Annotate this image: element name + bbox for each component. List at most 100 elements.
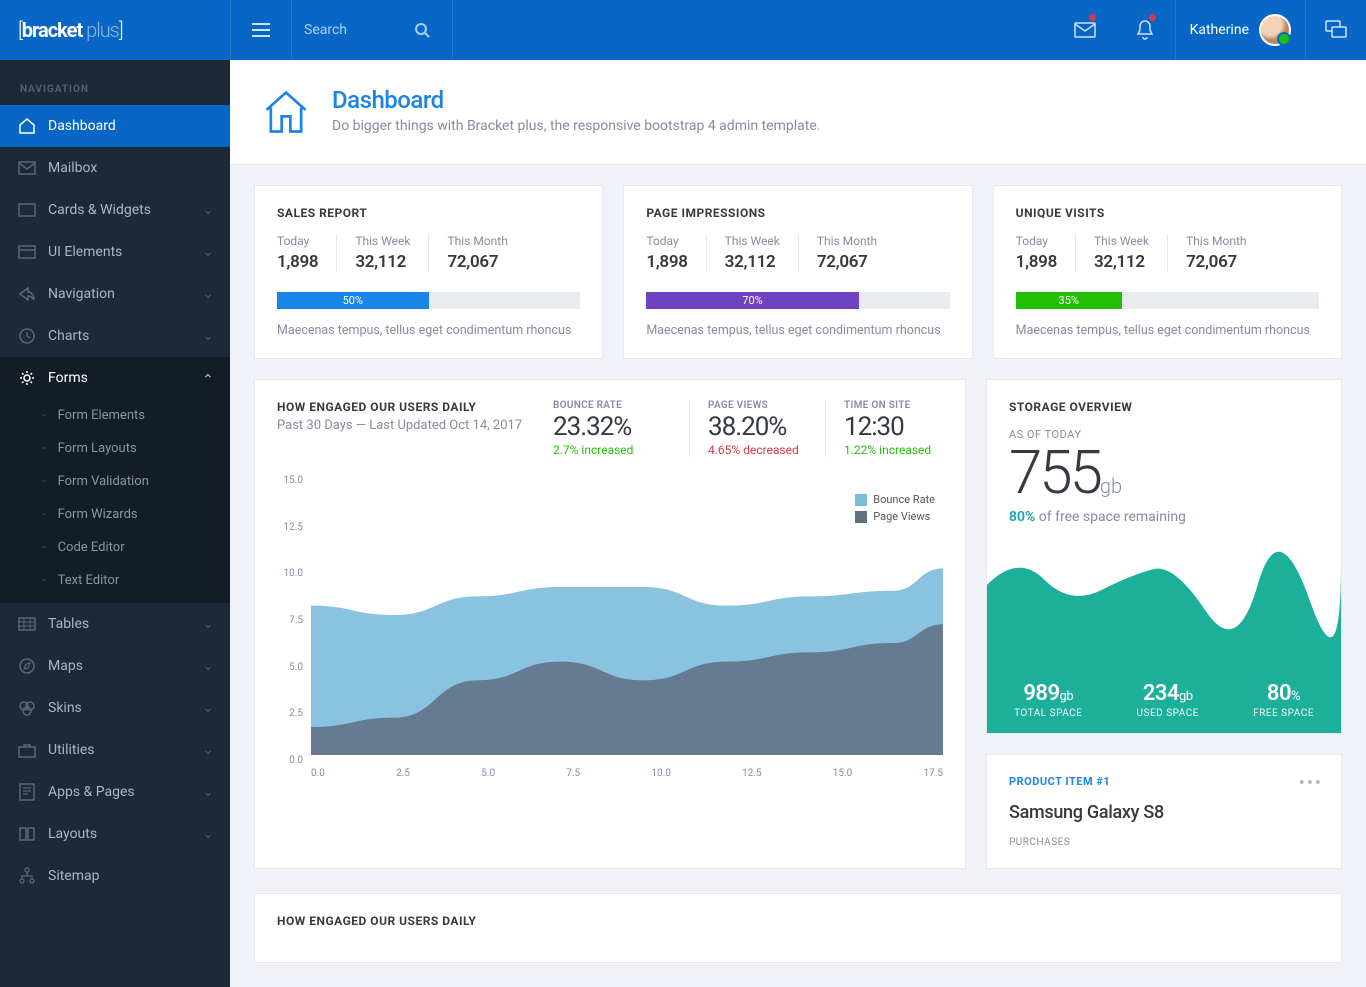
chevron-down-icon: ⌄	[202, 784, 214, 800]
sidebar: Navigation Dashboard Mailbox Cards & Wid…	[0, 60, 230, 987]
chevron-down-icon: ⌄	[202, 742, 214, 758]
chevron-down-icon: ⌄	[202, 700, 214, 716]
gear-icon	[16, 369, 38, 387]
nav-label: Maps	[48, 658, 83, 674]
user-menu[interactable]: Katherine	[1176, 0, 1305, 60]
stat-note: Maecenas tempus, tellus eget condimentum…	[277, 323, 580, 338]
chevron-down-icon: ⌄	[202, 826, 214, 842]
storage-pct: 80% of free space remaining	[1009, 509, 1319, 525]
progress-bar: 35%	[1016, 292, 1319, 309]
hamburger-icon	[252, 23, 270, 37]
nav-skins[interactable]: Skins ⌄	[0, 687, 230, 729]
chat-icon	[1325, 20, 1347, 40]
page-header: Dashboard Do bigger things with Bracket …	[230, 60, 1366, 165]
nav-forms-submenu: Form Elements Form Layouts Form Validati…	[0, 399, 230, 603]
nav-apps[interactable]: Apps & Pages ⌄	[0, 771, 230, 813]
stat-card-2: UNIQUE VISITS Today1,898 This Week32,112…	[993, 185, 1342, 359]
nav-mailbox[interactable]: Mailbox	[0, 147, 230, 189]
notif-badge	[1149, 14, 1156, 21]
mail-button[interactable]	[1055, 0, 1115, 60]
search-input[interactable]	[304, 22, 414, 38]
page-title: Dashboard	[332, 86, 820, 114]
storage-stats: 989gbTOTAL SPACE234gbUSED SPACE80%FREE S…	[987, 681, 1341, 719]
sub-form-elements[interactable]: Form Elements	[0, 399, 230, 432]
book-icon	[16, 826, 38, 842]
progress-bar: 70%	[646, 292, 949, 309]
nav-label: Utilities	[48, 742, 95, 758]
product-label: PRODUCT ITEM #1	[1009, 775, 1319, 788]
more-options-button[interactable]: •••	[1299, 773, 1323, 794]
nav-cards[interactable]: Cards & Widgets ⌄	[0, 189, 230, 231]
nav-sitemap[interactable]: Sitemap	[0, 855, 230, 897]
stat-title: SALES REPORT	[277, 206, 580, 220]
logo[interactable]: [bracket plus]	[0, 18, 230, 42]
chevron-down-icon: ⌄	[202, 202, 214, 218]
search-icon	[414, 22, 430, 38]
metric: BOUNCE RATE 23.32% 2.7% increased	[553, 400, 671, 457]
engagement-card-2: HOW ENGAGED OUR USERS DAILY	[254, 893, 1342, 963]
stat-card-0: SALES REPORT Today1,898 This Week32,112 …	[254, 185, 603, 359]
nav-label: Dashboard	[48, 118, 116, 134]
nav-section-label: Navigation	[0, 70, 230, 105]
x-axis: 0.02.55.07.510.012.515.017.5	[311, 768, 943, 779]
sub-form-validation[interactable]: Form Validation	[0, 465, 230, 498]
stat-card-1: PAGE IMPRESSIONS Today1,898 This Week32,…	[623, 185, 972, 359]
page-subtitle: Do bigger things with Bracket plus, the …	[332, 118, 820, 134]
filter-icon	[16, 700, 38, 716]
product-name: Samsung Galaxy S8	[1009, 802, 1319, 823]
chart-plot	[311, 475, 943, 755]
bracket-close: ]	[119, 18, 123, 42]
nav-label: Skins	[48, 700, 82, 716]
main-content: Dashboard Do bigger things with Bracket …	[230, 60, 1366, 987]
sub-code-editor[interactable]: Code Editor	[0, 531, 230, 564]
brand-name: bracket	[22, 18, 82, 42]
nav-label: Tables	[48, 616, 89, 632]
compass-icon	[16, 657, 38, 675]
nav-label: Navigation	[48, 286, 115, 302]
nav-forms[interactable]: Forms ⌄	[0, 357, 230, 399]
menu-toggle-button[interactable]	[231, 0, 291, 60]
area-chart: Bounce RatePage Views 15.012.510.07.55.0…	[277, 475, 943, 785]
mail-icon	[1074, 22, 1096, 38]
nav-ui-elements[interactable]: UI Elements ⌄	[0, 231, 230, 273]
bell-icon	[1135, 19, 1155, 41]
topbar: [bracket plus] Katherine	[0, 0, 1366, 60]
chevron-down-icon: ⌄	[202, 244, 214, 260]
share-icon	[16, 286, 38, 302]
nav-label: Layouts	[48, 826, 97, 842]
user-name: Katherine	[1190, 22, 1249, 38]
search-box[interactable]	[292, 0, 452, 60]
sub-form-layouts[interactable]: Form Layouts	[0, 432, 230, 465]
storage-value: 755gb	[1009, 443, 1319, 503]
nav-label: UI Elements	[48, 244, 122, 260]
chevron-down-icon: ⌄	[202, 328, 214, 344]
nav-navigation[interactable]: Navigation ⌄	[0, 273, 230, 315]
sub-text-editor[interactable]: Text Editor	[0, 564, 230, 597]
nav-tables[interactable]: Tables ⌄	[0, 603, 230, 645]
mail-badge	[1089, 14, 1096, 21]
briefcase-icon	[16, 742, 38, 758]
nav-label: Cards & Widgets	[48, 202, 151, 218]
notifications-button[interactable]	[1115, 0, 1175, 60]
nav-layouts[interactable]: Layouts ⌄	[0, 813, 230, 855]
storage-title: STORAGE OVERVIEW	[1009, 400, 1319, 414]
sitemap-icon	[16, 867, 38, 885]
nav-charts[interactable]: Charts ⌄	[0, 315, 230, 357]
nav-dashboard[interactable]: Dashboard	[0, 105, 230, 147]
progress-bar: 50%	[277, 292, 580, 309]
engage-metrics: BOUNCE RATE 23.32% 2.7% increased PAGE V…	[553, 400, 943, 457]
storage-wave: 989gbTOTAL SPACE234gbUSED SPACE80%FREE S…	[987, 543, 1341, 733]
nav-label: Apps & Pages	[48, 784, 135, 800]
chevron-down-icon: ⌄	[202, 658, 214, 674]
mail-icon	[16, 161, 38, 175]
nav-utilities[interactable]: Utilities ⌄	[0, 729, 230, 771]
sub-form-wizards[interactable]: Form Wizards	[0, 498, 230, 531]
metric: TIME ON SITE 12:30 1.22% increased	[825, 400, 943, 457]
chat-button[interactable]	[1306, 0, 1366, 60]
nav-maps[interactable]: Maps ⌄	[0, 645, 230, 687]
stat-note: Maecenas tempus, tellus eget condimentum…	[1016, 323, 1319, 338]
storage-card: STORAGE OVERVIEW AS OF TODAY 755gb 80% o…	[986, 379, 1342, 734]
nav-label: Forms	[48, 370, 88, 386]
top-stat-cards: SALES REPORT Today1,898 This Week32,112 …	[230, 165, 1366, 379]
brand-plus: plus	[86, 18, 119, 42]
